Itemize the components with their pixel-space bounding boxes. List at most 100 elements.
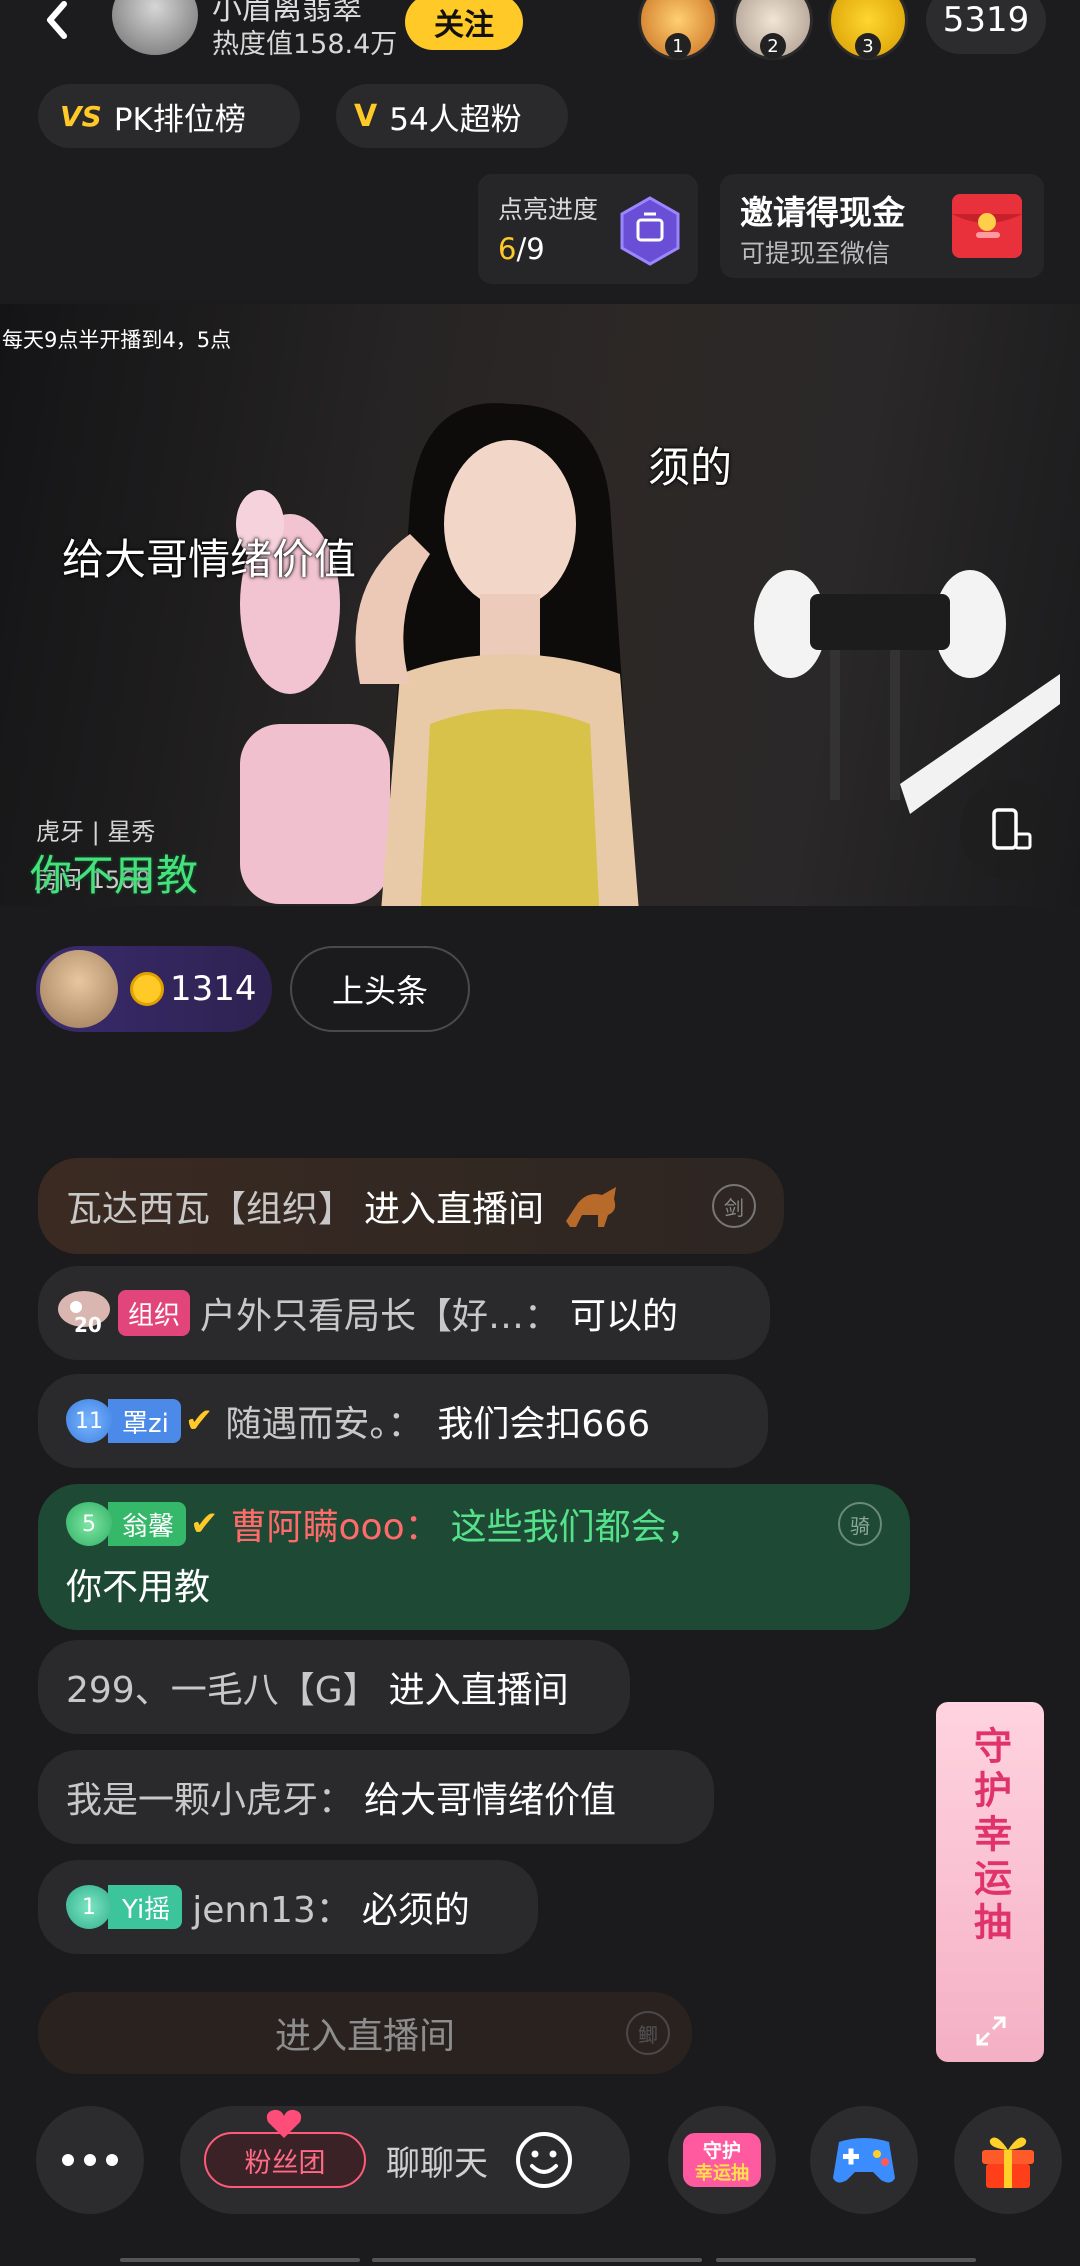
gift-button[interactable]	[954, 2106, 1062, 2214]
fan-club-badge: 罩zi	[108, 1399, 181, 1443]
game-button[interactable]	[810, 2106, 918, 2214]
chat-text-continued: 你不用教	[66, 1567, 211, 1608]
light-progress-value: 6/9	[498, 232, 545, 266]
guard-icon-text-1: 守护	[703, 2139, 741, 2162]
chat-username: jenn13：	[192, 1890, 352, 1931]
user-level: 1	[82, 1894, 96, 1920]
org-badge: 组织	[118, 1290, 191, 1336]
chat-text: 必须的	[361, 1890, 470, 1931]
emoji-icon[interactable]	[514, 2130, 574, 2190]
more-button[interactable]	[36, 2106, 144, 2214]
chat-text: 给大哥情绪价值	[364, 1780, 617, 1821]
heart-icon	[266, 2109, 302, 2138]
expand-icon[interactable]	[974, 2014, 1008, 2048]
indicator-segment	[120, 2258, 360, 2262]
invite-subtitle: 可提现至微信	[740, 239, 891, 268]
horse-icon	[566, 1187, 617, 1227]
level-heart-icon: 1	[66, 1885, 112, 1929]
coin-icon	[130, 972, 164, 1006]
top-viewer-avatar-3[interactable]: 3	[828, 0, 908, 60]
subtitle-bottom: 你不用教	[30, 851, 199, 900]
top-gifter-value: 1314	[170, 969, 257, 1009]
chat-text: 这些我们都会，	[450, 1507, 703, 1548]
chat-message[interactable]: 1 Yi摇 jenn13： 必须的	[38, 1860, 538, 1954]
chat-input-placeholder[interactable]: 聊聊天	[386, 2136, 488, 2185]
fan-club-badge: 翁馨	[108, 1502, 187, 1546]
chat-text: 我们会扣666	[437, 1404, 651, 1445]
indicator-segment	[716, 2258, 976, 2262]
chat-message[interactable]: 20 组织 户外只看局长【好…： 可以的	[38, 1266, 770, 1360]
gift-icon	[982, 2137, 1034, 2188]
chat-username: 299、一毛八【G】	[66, 1670, 379, 1711]
chat-message-fading[interactable]: 进入直播间 鲫	[38, 1992, 692, 2074]
light-progress-current: 6	[498, 232, 517, 266]
fan-club-label: 粉丝团	[244, 2147, 326, 2179]
home-indicator	[0, 2254, 1080, 2266]
viewer-rank: 3	[855, 33, 881, 59]
chat-message-highlighted[interactable]: 5 翁馨 ✔ 曹阿瞒ooo： 这些我们都会， 骑 你不用教	[38, 1484, 910, 1630]
top-gifter-avatar	[40, 950, 118, 1028]
chat-username: 瓦达西瓦【组织】	[66, 1189, 355, 1230]
fan-club-badge: Yi摇	[108, 1885, 183, 1929]
chat-text: 可以的	[570, 1296, 679, 1337]
invite-title: 邀请得现金	[740, 193, 905, 232]
guard-icon-text-2: 幸运抽	[695, 2162, 749, 2184]
chat-message[interactable]: 11 罩zi ✔ 随遇而安。： 我们会扣666	[38, 1374, 768, 1468]
super-fans-label: 54人超粉	[389, 101, 522, 138]
top-viewer-avatar-2[interactable]: 2	[733, 0, 813, 60]
light-progress-card[interactable]: 点亮进度 6/9	[478, 174, 698, 284]
chat-message[interactable]: 瓦达西瓦【组织】 进入直播间 剑	[38, 1158, 784, 1254]
v-badge-icon: V	[354, 98, 378, 134]
room-header: 小眉离翡翠 热度值158.4万 关注 1 2 3 5319 VS PK排位榜 V…	[0, 0, 1080, 300]
invite-cash-card[interactable]: 邀请得现金 可提现至微信	[720, 174, 1044, 278]
guard-icon: 守护 幸运抽	[683, 2133, 761, 2187]
user-avatar-badge: 20	[54, 1287, 116, 1339]
vip-check-icon: ✔	[190, 1504, 219, 1544]
chat-message[interactable]: 我是一颗小虎牙： 给大哥情绪价值	[38, 1750, 714, 1844]
user-level: 11	[75, 1408, 103, 1434]
more-icon	[62, 2154, 118, 2166]
game-icon	[833, 2138, 895, 2183]
light-progress-total: /9	[516, 232, 545, 266]
shield-icon	[620, 196, 680, 266]
host-avatar[interactable]	[112, 0, 198, 55]
chat-side-tag: 鲫	[626, 2011, 670, 2055]
top-viewer-avatar-1[interactable]: 1	[638, 0, 718, 60]
light-progress-label: 点亮进度	[498, 195, 599, 224]
rotate-screen-icon	[992, 808, 1032, 850]
schedule-text: 每天9点半开播到4，5点	[2, 328, 232, 352]
chat-username: 随遇而安。：	[225, 1404, 424, 1445]
red-packet-icon	[952, 194, 1022, 258]
subtitle-right: 须的	[648, 443, 733, 492]
level-heart-icon: 11	[66, 1399, 112, 1443]
chat-text: 进入直播间	[388, 1670, 569, 1711]
indicator-segment	[372, 2258, 702, 2262]
heat-value: 热度值158.4万	[212, 29, 398, 60]
user-level: 5	[82, 1511, 96, 1537]
headline-button[interactable]: 上头条	[290, 946, 470, 1032]
viewer-rank: 2	[760, 33, 786, 59]
super-fans-button[interactable]: V 54人超粉	[336, 84, 568, 148]
chat-side-tag: 骑	[838, 1502, 882, 1546]
user-level: 20	[74, 1313, 102, 1337]
chat-side-tag: 剑	[712, 1184, 756, 1228]
chat-input-bar[interactable]: 粉丝团 聊聊天	[180, 2106, 630, 2214]
subtitle-left: 给大哥情绪价值	[62, 535, 357, 584]
vs-icon: VS	[60, 99, 102, 133]
pk-rank-label: PK排位榜	[113, 101, 246, 138]
vip-check-icon: ✔	[184, 1401, 214, 1441]
back-icon[interactable]	[30, 0, 90, 40]
level-heart-icon: 5	[66, 1502, 112, 1546]
viewer-count[interactable]: 5319	[926, 0, 1046, 54]
follow-button[interactable]: 关注	[405, 0, 523, 50]
pk-rank-button[interactable]: VS PK排位榜	[38, 84, 300, 148]
chat-username: 户外只看局长【好…：	[200, 1296, 561, 1337]
guard-lucky-button[interactable]: 守护 幸运抽	[668, 2106, 776, 2214]
fan-club-button[interactable]: 粉丝团	[204, 2109, 366, 2188]
rotate-screen-button[interactable]	[960, 780, 1060, 880]
guard-lucky-draw-button[interactable]: 守护幸运抽	[936, 1702, 1044, 2062]
live-video-player[interactable]: 每天9点半开播到4，5点 给大哥情绪价值 须的 虎牙 | 星秀 房间 1568 …	[0, 304, 1080, 906]
chat-message[interactable]: 299、一毛八【G】 进入直播间	[38, 1640, 630, 1734]
top-gifter-chip[interactable]: 1314	[36, 946, 272, 1032]
chat-text: 进入直播间	[274, 2016, 455, 2057]
